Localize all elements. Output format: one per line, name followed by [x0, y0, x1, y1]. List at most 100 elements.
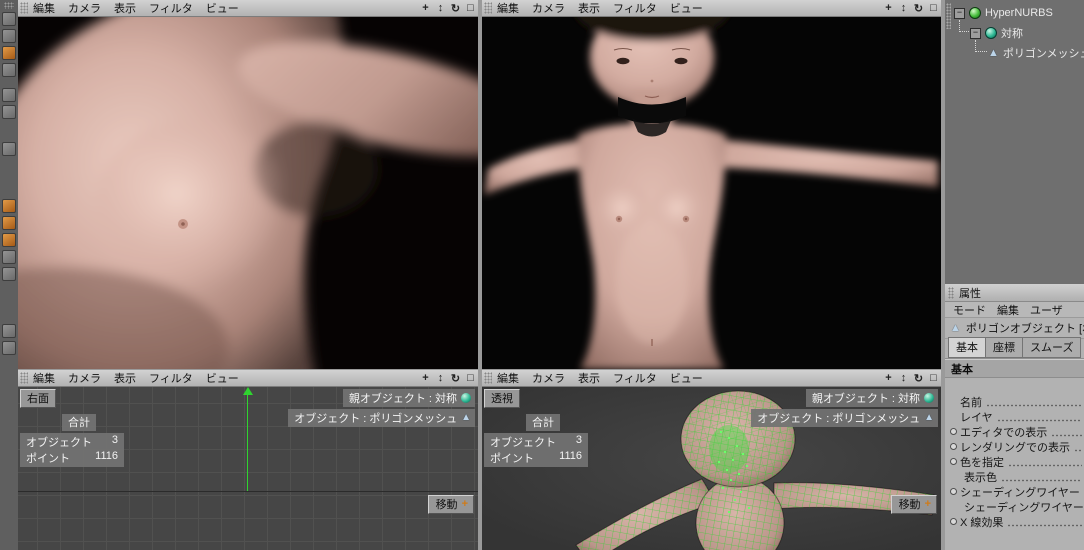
maximize-icon[interactable]: □: [926, 372, 941, 384]
menu-display[interactable]: 表示: [578, 370, 600, 386]
property-row: X 線効果: [945, 514, 1084, 529]
dotted-leader: [1001, 478, 1082, 482]
toolbar-icon[interactable]: [2, 88, 16, 102]
menu-view[interactable]: ビュー: [670, 370, 703, 386]
menu-grip[interactable]: [20, 372, 28, 384]
animatable-dot-icon[interactable]: [950, 518, 957, 525]
toolbar-icon[interactable]: [2, 250, 16, 264]
menu-display[interactable]: 表示: [114, 370, 136, 386]
app-window: 編集 カメラ 表示 フィルタ ビュー + ↕ ↻ □ 編集 カメラ 表示 フィル…: [0, 0, 1084, 550]
menu-display[interactable]: 表示: [578, 0, 600, 16]
polygon-mesh-icon: ▲: [924, 412, 934, 423]
property-label: シェーディングワイヤー: [960, 486, 1080, 499]
menu-edit[interactable]: 編集: [497, 370, 519, 386]
maximize-icon[interactable]: □: [463, 372, 478, 384]
toolbar-icon[interactable]: [2, 142, 16, 156]
tab-basic[interactable]: 基本: [948, 337, 986, 358]
dolly-icon[interactable]: ↕: [896, 372, 911, 384]
grid-view-right[interactable]: 右面 合計 オブジェクト 3 ポイント 1116 親オブジェクト : 対称 オブジェ…: [18, 387, 478, 550]
menu-view[interactable]: ビュー: [206, 0, 239, 16]
maximize-icon[interactable]: □: [463, 2, 478, 14]
render-view-front[interactable]: [482, 17, 941, 369]
menu-edit[interactable]: 編集: [33, 370, 55, 386]
tab-coordinates[interactable]: 座標: [985, 337, 1023, 358]
menu-edit[interactable]: 編集: [497, 0, 519, 16]
pan-icon[interactable]: +: [881, 2, 896, 14]
tree-item-polygon-mesh[interactable]: ▲ ポリゴンメッシュ: [945, 44, 1084, 62]
animatable-dot-icon[interactable]: [950, 458, 957, 465]
rotate-icon[interactable]: ↻: [448, 372, 463, 385]
toolbar-icon[interactable]: [2, 216, 16, 230]
menu-display[interactable]: 表示: [114, 0, 136, 16]
menu-user[interactable]: ユーザ: [1030, 302, 1063, 317]
menu-edit[interactable]: 編集: [997, 302, 1019, 317]
view-name-label: 透視: [484, 389, 520, 408]
pan-icon[interactable]: +: [418, 2, 433, 14]
pan-icon[interactable]: +: [881, 372, 896, 384]
attributes-properties: 名前 レイヤ エディタでの表示 レンダリングでの表示 色を指定 表示色 シェーデ…: [945, 378, 1084, 550]
dotted-leader: [1051, 433, 1082, 437]
active-tool-tag: 移動 +: [427, 495, 474, 514]
menu-mode[interactable]: モード: [953, 302, 986, 317]
dolly-icon[interactable]: ↕: [433, 372, 448, 384]
property-row: シェーディングワイヤー: [945, 484, 1084, 499]
property-row: レイヤ: [945, 409, 1084, 424]
menu-grip[interactable]: [484, 2, 492, 14]
menu-camera[interactable]: カメラ: [68, 370, 101, 386]
tab-smoothing[interactable]: スムーズ: [1022, 337, 1082, 358]
menu-view[interactable]: ビュー: [206, 370, 239, 386]
menu-filter[interactable]: フィルタ: [149, 370, 193, 386]
parent-object-tag[interactable]: 親オブジェクト : 対称: [342, 389, 475, 407]
dolly-icon[interactable]: ↕: [896, 2, 911, 14]
toolbar-icon[interactable]: [2, 341, 16, 355]
rotate-icon[interactable]: ↻: [448, 2, 463, 15]
symmetry-icon: [461, 393, 471, 403]
polygon-object-icon: ▲: [950, 321, 961, 334]
menu-camera[interactable]: カメラ: [532, 370, 565, 386]
menu-filter[interactable]: フィルタ: [149, 0, 193, 16]
menu-filter[interactable]: フィルタ: [613, 0, 657, 16]
toolbar-icon[interactable]: [2, 199, 16, 213]
dotted-leader: [1008, 463, 1082, 467]
animatable-dot-icon[interactable]: [950, 488, 957, 495]
property-row: シェーディングワイヤーの色: [945, 499, 1084, 514]
toolbar-icon[interactable]: [2, 46, 16, 60]
property-label: 表示色: [964, 471, 997, 484]
palette-grip[interactable]: [4, 2, 14, 9]
collapse-icon[interactable]: −: [970, 27, 981, 39]
menu-view[interactable]: ビュー: [670, 0, 703, 16]
parent-object-tag[interactable]: 親オブジェクト : 対称: [805, 389, 938, 407]
toolbar-icon[interactable]: [2, 233, 16, 247]
tree-item-hypernurbs[interactable]: − HyperNURBS: [945, 4, 1084, 22]
collapse-icon[interactable]: −: [954, 7, 965, 19]
toolbar-icon[interactable]: [2, 267, 16, 281]
pan-icon[interactable]: +: [418, 372, 433, 384]
render-view-closeup[interactable]: [18, 17, 478, 369]
rotate-icon[interactable]: ↻: [911, 372, 926, 385]
toolbar-icon[interactable]: [2, 12, 16, 26]
toolbar-icon[interactable]: [2, 324, 16, 338]
tree-item-symmetry[interactable]: − 対称: [945, 24, 1084, 42]
objects-count: 3: [575, 434, 582, 446]
maximize-icon[interactable]: □: [926, 2, 941, 14]
move-tool-icon: +: [461, 498, 468, 510]
dotted-leader: [1007, 523, 1082, 527]
perspective-view[interactable]: 透視 合計 オブジェクト 3 ポイント 1116 親オブジェクト : 対称 オブジェ…: [482, 387, 941, 550]
animatable-dot-icon[interactable]: [950, 443, 957, 450]
attributes-menu: モード 編集 ユーザ: [945, 302, 1084, 318]
menu-edit[interactable]: 編集: [33, 0, 55, 16]
menu-camera[interactable]: カメラ: [68, 0, 101, 16]
toolbar-icon[interactable]: [2, 63, 16, 77]
toolbar-icon[interactable]: [2, 105, 16, 119]
object-tag[interactable]: オブジェクト : ポリゴンメッシュ ▲: [288, 409, 475, 427]
animatable-dot-icon[interactable]: [950, 428, 957, 435]
menu-grip[interactable]: [20, 2, 28, 14]
object-tag[interactable]: オブジェクト : ポリゴンメッシュ ▲: [751, 409, 938, 427]
menu-filter[interactable]: フィルタ: [613, 370, 657, 386]
panel-grip[interactable]: [948, 286, 954, 299]
dolly-icon[interactable]: ↕: [433, 2, 448, 14]
rotate-icon[interactable]: ↻: [911, 2, 926, 15]
menu-grip[interactable]: [484, 372, 492, 384]
menu-camera[interactable]: カメラ: [532, 0, 565, 16]
toolbar-icon[interactable]: [2, 29, 16, 43]
